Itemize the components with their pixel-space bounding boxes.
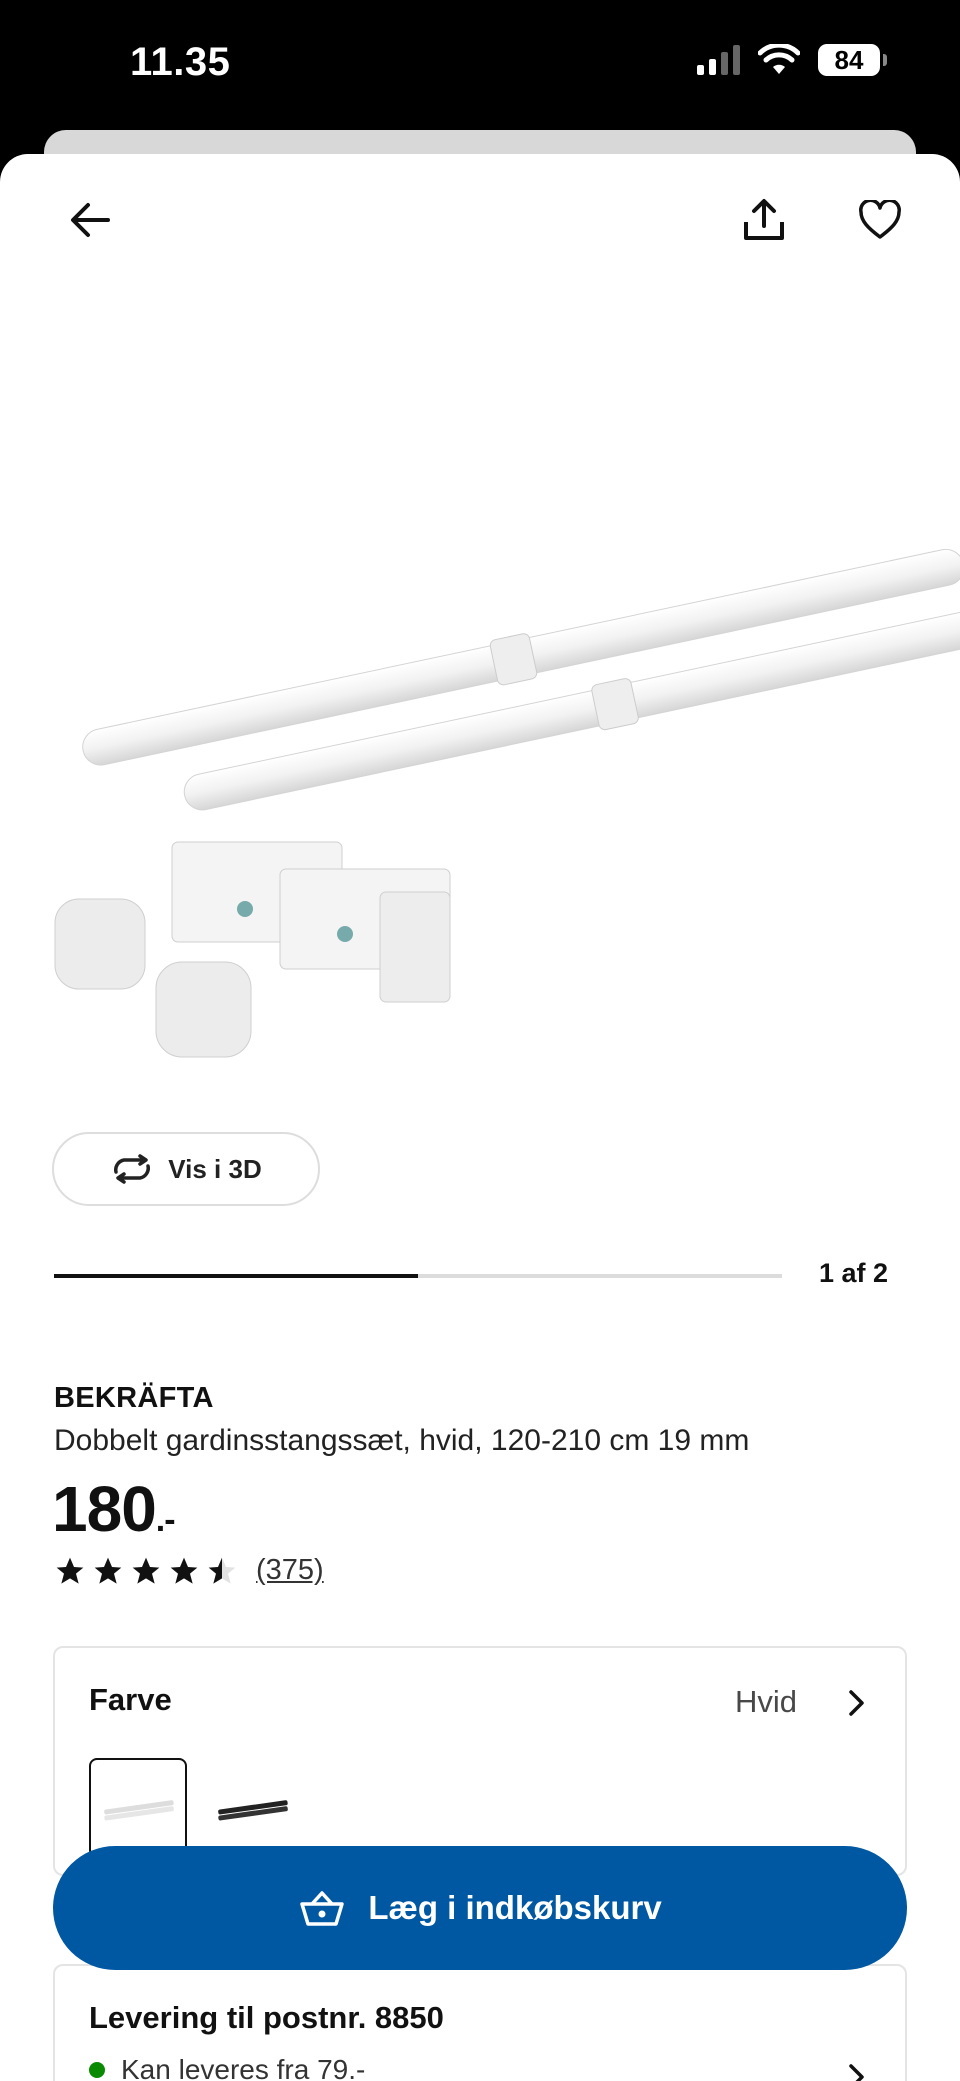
back-button[interactable] xyxy=(58,188,122,252)
gallery-page-counter: 1 af 2 xyxy=(818,1258,888,1288)
arrow-left-icon xyxy=(71,203,110,237)
delivery-status-text: Kan leveres fra 79.- xyxy=(121,2054,366,2081)
add-to-cart-button[interactable]: Læg i indkøbskurv xyxy=(53,1846,907,1970)
star-icon xyxy=(132,1557,160,1584)
white-rod-thumbnail xyxy=(104,1800,174,1821)
status-icons: 84 xyxy=(697,44,887,76)
gallery-progress xyxy=(54,1274,782,1278)
color-selector-card[interactable]: Farve Hvid xyxy=(53,1646,907,1876)
basket-icon xyxy=(300,1891,345,1926)
rating[interactable]: (375) xyxy=(54,1554,324,1587)
chevron-right-icon xyxy=(849,1690,864,1716)
review-count-link[interactable]: (375) xyxy=(256,1554,324,1587)
half-star-icon xyxy=(208,1557,236,1584)
share-button[interactable] xyxy=(732,188,796,252)
color-swatch-white[interactable] xyxy=(89,1758,187,1858)
product-image[interactable] xyxy=(0,294,960,1114)
product-brand: BEKRÄFTA xyxy=(54,1382,214,1414)
star-icon xyxy=(94,1557,122,1584)
price-value: 180 xyxy=(52,1473,157,1545)
view-3d-button[interactable]: Vis i 3D xyxy=(52,1132,320,1206)
status-time: 11.35 xyxy=(130,40,231,84)
availability-dot-icon xyxy=(89,2062,105,2078)
add-to-cart-label: Læg i indkøbskurv xyxy=(368,1889,662,1926)
favorite-button[interactable] xyxy=(848,188,912,252)
black-rod-thumbnail xyxy=(218,1800,288,1821)
wifi-icon xyxy=(758,44,800,74)
status-bar: 11.35 84 xyxy=(0,0,960,132)
color-swatch-black[interactable] xyxy=(203,1758,301,1858)
star-icon xyxy=(56,1557,84,1584)
view-3d-label: Vis i 3D xyxy=(168,1153,262,1184)
gallery-progress-fill xyxy=(54,1274,418,1278)
delivery-status: Kan leveres fra 79.- xyxy=(89,2054,365,2081)
battery-indicator: 84 xyxy=(818,44,887,76)
product-price: 180.- xyxy=(52,1472,176,1546)
product-description: Dobbelt gardinsstangssæt, hvid, 120-210 … xyxy=(54,1424,750,1457)
chevron-right-icon xyxy=(849,2064,864,2081)
star-icon xyxy=(170,1557,198,1584)
cellular-signal-icon xyxy=(697,45,740,75)
color-value: Hvid xyxy=(734,1684,797,1719)
color-label: Farve xyxy=(89,1682,172,1717)
product-sheet: Vis i 3D 1 af 2 BEKRÄFTA Dobbelt gardins… xyxy=(0,154,960,2081)
price-suffix: .- xyxy=(155,1501,176,1539)
share-icon xyxy=(744,199,784,240)
heart-icon xyxy=(859,200,901,239)
delivery-title: Levering til postnr. 8850 xyxy=(89,2000,444,2035)
delivery-card[interactable]: Levering til postnr. 8850 Kan leveres fr… xyxy=(53,1964,907,2081)
rotate-3d-icon xyxy=(114,1154,151,1184)
